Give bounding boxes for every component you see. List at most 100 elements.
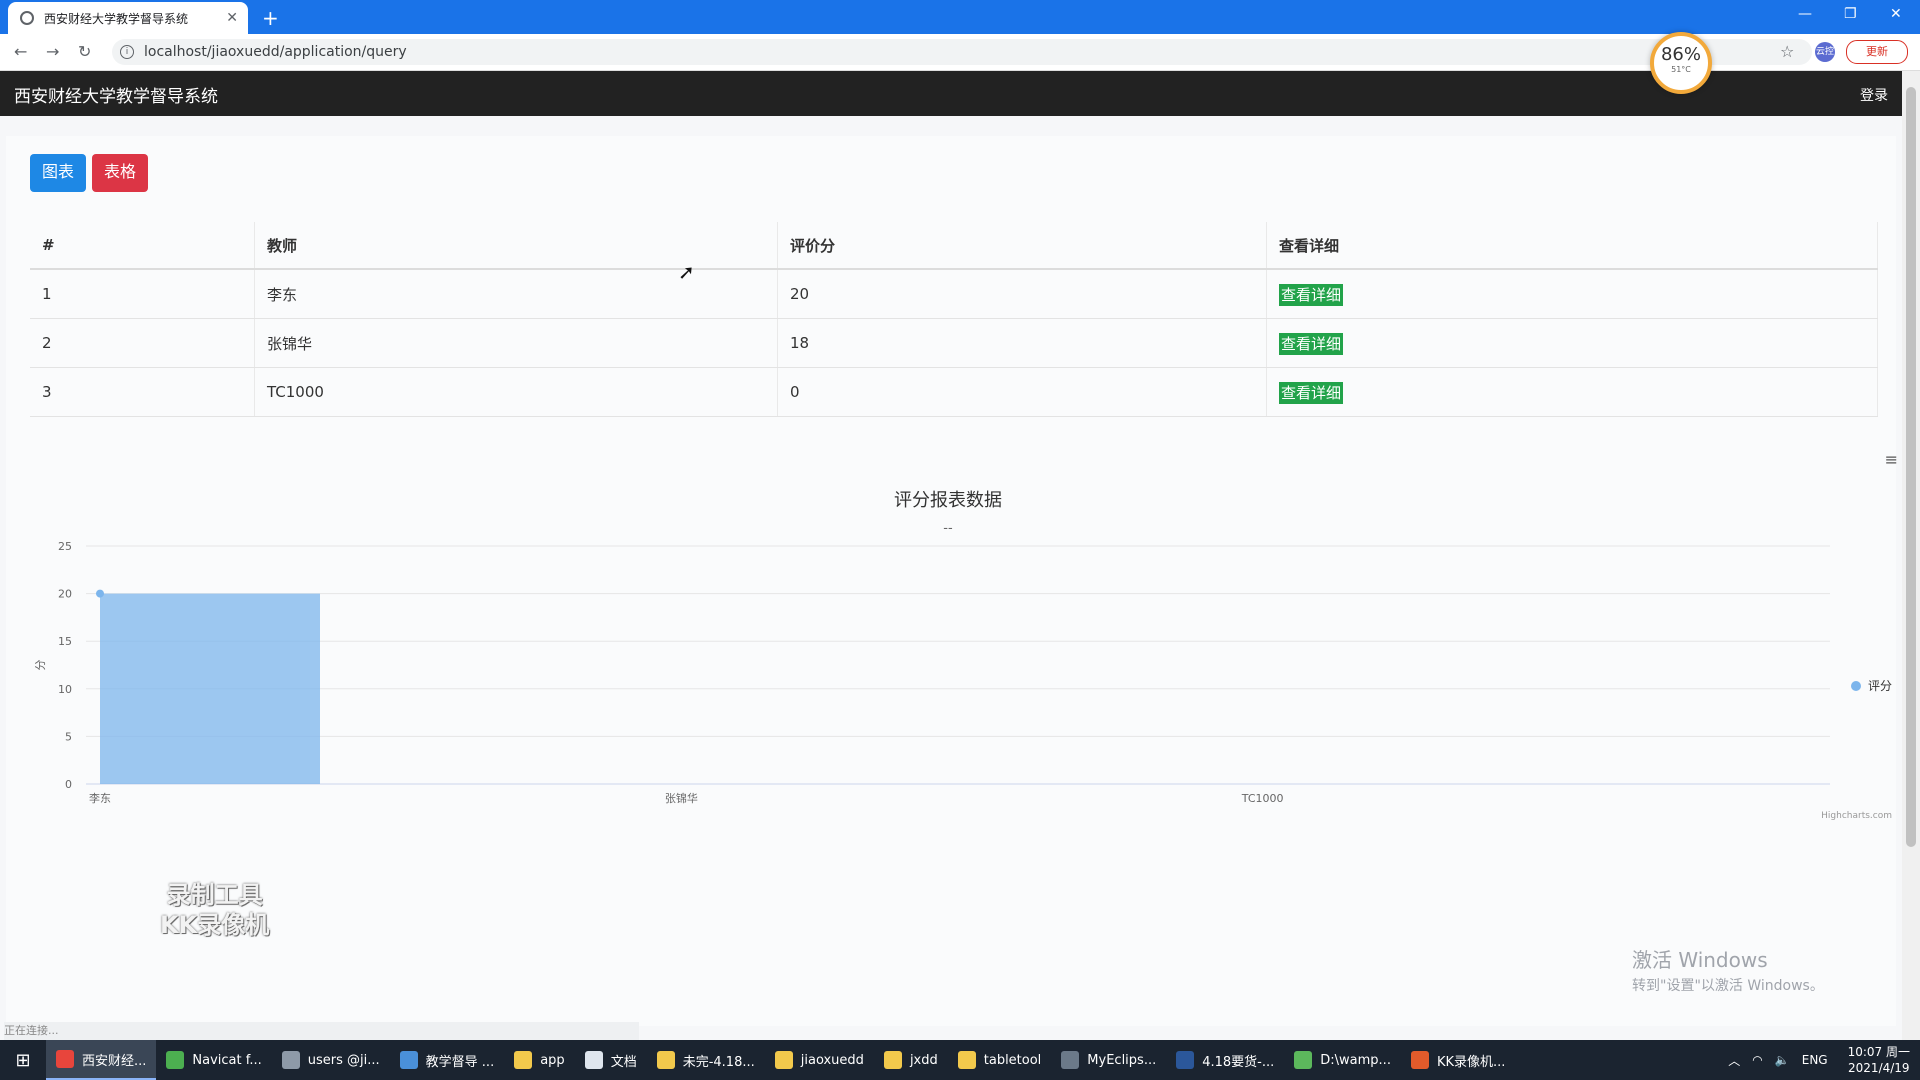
taskbar-item-label: D:\wamp... bbox=[1320, 1052, 1391, 1068]
close-window-icon[interactable]: ✕ bbox=[1890, 6, 1902, 22]
info-icon[interactable]: i bbox=[120, 45, 134, 59]
taskbar-app-icon bbox=[1410, 1051, 1429, 1069]
y-tick-label: 10 bbox=[58, 683, 72, 696]
table-button[interactable]: 表格 bbox=[92, 154, 149, 192]
close-tab-icon[interactable]: ✕ bbox=[226, 10, 238, 26]
taskbar-app-icon bbox=[774, 1051, 793, 1069]
score-chart: 评分报表数据 -- 0 5 10 15 20 25 分李东 张锦华 TC1000 评分 Highchar… bbox=[30, 426, 1900, 826]
taskbar-app-icon bbox=[166, 1051, 185, 1069]
taskbar-app-icon bbox=[514, 1051, 533, 1069]
taskbar-item-label: users @ji... bbox=[307, 1052, 380, 1068]
taskbar-app-icon bbox=[281, 1051, 300, 1069]
row-detail-cell: 查看详细 bbox=[1266, 269, 1878, 319]
taskbar-item[interactable]: D:\wamp... bbox=[1284, 1040, 1401, 1080]
main-panel: 图表 表格 # 教师 评价分 查看详细 1 李东 20 查看详细 2 张锦华 1… bbox=[6, 136, 1898, 1026]
profile-avatar[interactable]: 云控 bbox=[1815, 42, 1835, 62]
taskbar-item[interactable]: app bbox=[504, 1040, 574, 1080]
activation-subtitle: 转到"设置"以激活 Windows。 bbox=[1632, 978, 1824, 994]
taskbar-item[interactable]: 4.18要货-... bbox=[1166, 1040, 1284, 1080]
taskbar-item-label: 教学督导 ... bbox=[425, 1054, 495, 1070]
chart-svg: 评分报表数据 -- 0 5 10 15 20 25 分李东 张锦华 TC1000 评分 Highchar… bbox=[34, 490, 1892, 821]
view-detail-link[interactable]: 查看详细 bbox=[1279, 332, 1344, 355]
y-tick-label: 5 bbox=[65, 730, 72, 743]
row-index: 1 bbox=[30, 269, 255, 319]
perf-percent: 86% bbox=[1660, 44, 1701, 65]
language-indicator[interactable]: ENG bbox=[1802, 1053, 1828, 1067]
row-score: 18 bbox=[777, 318, 1267, 368]
taskbar-item[interactable]: tabletool bbox=[948, 1040, 1052, 1080]
chart-credits: Highcharts.com bbox=[1821, 811, 1892, 821]
taskbar-item[interactable]: 西安财经... bbox=[46, 1040, 157, 1080]
score-table: # 教师 评价分 查看详细 1 李东 20 查看详细 2 张锦华 18 查看详细 bbox=[30, 222, 1878, 417]
browser-tabstrip: 西安财经大学教学督导系统 ✕ + — ❐ ✕ bbox=[0, 0, 1920, 34]
taskbar-item[interactable]: jxdd bbox=[874, 1040, 948, 1080]
taskbar-app-icon bbox=[883, 1051, 902, 1069]
forward-icon[interactable]: → bbox=[46, 42, 59, 61]
taskbar-item-label: 文档 bbox=[610, 1054, 637, 1070]
table-row: 2 张锦华 18 查看详细 bbox=[30, 318, 1878, 368]
volume-icon[interactable]: 🔈 bbox=[1775, 1053, 1790, 1067]
new-tab-icon[interactable]: + bbox=[262, 6, 279, 30]
browser-toolbar: ← → ↻ i localhost/jiaoxuedd/application/… bbox=[0, 34, 1920, 71]
page-scrollbar[interactable] bbox=[1902, 71, 1920, 1041]
network-icon[interactable]: ◠ bbox=[1752, 1053, 1762, 1067]
taskbar-item[interactable]: users @ji... bbox=[272, 1040, 390, 1080]
taskbar-item-label: Navicat f... bbox=[192, 1052, 262, 1068]
taskbar-item[interactable]: Navicat f... bbox=[156, 1040, 271, 1080]
restore-icon[interactable]: ❐ bbox=[1844, 6, 1857, 22]
row-teacher: 张锦华 bbox=[254, 318, 778, 368]
taskbar-app-icon bbox=[656, 1051, 675, 1069]
bookmark-star-icon[interactable]: ☆ bbox=[1780, 42, 1794, 61]
view-detail-link[interactable]: 查看详细 bbox=[1279, 283, 1344, 306]
taskbar-item[interactable]: 教学督导 ... bbox=[390, 1040, 505, 1080]
col-score-header: 评价分 bbox=[777, 222, 1267, 270]
url-text[interactable]: localhost/jiaoxuedd/application/query bbox=[144, 44, 407, 60]
back-icon[interactable]: ← bbox=[14, 42, 27, 61]
scrollbar-thumb[interactable] bbox=[1906, 87, 1916, 847]
minimize-icon[interactable]: — bbox=[1798, 6, 1812, 22]
legend-label: 评分 bbox=[1868, 679, 1892, 693]
row-score: 0 bbox=[777, 367, 1267, 417]
taskbar-item-label: KK录像机... bbox=[1436, 1054, 1506, 1070]
globe-icon bbox=[20, 11, 34, 25]
x-tick-label: TC1000 bbox=[1241, 792, 1284, 805]
y-tick-label: 15 bbox=[58, 635, 72, 648]
login-link[interactable]: 登录 bbox=[1860, 85, 1888, 105]
chart-button[interactable]: 图表 bbox=[30, 154, 87, 192]
clock[interactable]: 10:07 周一 2021/4/19 bbox=[1848, 1044, 1910, 1076]
chart-menu-icon[interactable]: ≡ bbox=[1885, 450, 1898, 469]
row-index: 2 bbox=[30, 318, 255, 368]
taskbar-item[interactable]: MyEclips... bbox=[1051, 1040, 1166, 1080]
taskbar-item[interactable]: 未完-4.18... bbox=[647, 1040, 765, 1080]
x-tick-label: 张锦华 bbox=[665, 791, 698, 805]
taskbar-item-label: MyEclips... bbox=[1087, 1052, 1157, 1068]
mouse-cursor-icon: ➚ bbox=[678, 260, 695, 284]
browser-tab[interactable]: 西安财经大学教学督导系统 ✕ bbox=[8, 2, 248, 34]
windows-taskbar: ⊞ 西安财经... Navicat f... users @ji... 教学督导 ..… bbox=[0, 1040, 1920, 1080]
system-tray: ︿ ◠ 🔈 ENG 10:07 周一 2021/4/19 bbox=[1728, 1040, 1910, 1080]
chart-subtitle: -- bbox=[943, 521, 953, 536]
taskbar-item[interactable]: KK录像机... bbox=[1401, 1040, 1515, 1080]
taskbar-item-label: tabletool bbox=[983, 1052, 1042, 1068]
windows-start-icon[interactable]: ⊞ bbox=[0, 1050, 46, 1071]
update-button[interactable]: 更新 bbox=[1846, 40, 1908, 64]
taskbar-item[interactable]: 文档 bbox=[575, 1040, 647, 1080]
address-bar[interactable]: i localhost/jiaoxuedd/application/query bbox=[112, 39, 1812, 65]
view-detail-link[interactable]: 查看详细 bbox=[1279, 381, 1344, 404]
activation-title: 激活 Windows bbox=[1632, 948, 1768, 972]
taskbar-app-icon bbox=[399, 1051, 418, 1069]
taskbar-app-icon bbox=[1061, 1051, 1080, 1069]
clock-time: 10:07 周一 bbox=[1847, 1045, 1910, 1059]
col-teacher-header: 教师 bbox=[254, 222, 778, 270]
tray-chevron-icon[interactable]: ︿ bbox=[1728, 1052, 1740, 1069]
taskbar-item[interactable]: jiaoxuedd bbox=[765, 1040, 874, 1080]
reload-icon[interactable]: ↻ bbox=[78, 42, 91, 61]
taskbar-app-icon bbox=[1176, 1051, 1195, 1069]
taskbar-item-label: 4.18要货-... bbox=[1202, 1054, 1275, 1070]
tab-title: 西安财经大学教学督导系统 bbox=[44, 11, 189, 26]
app-navbar: 西安财经大学教学督导系统 登录 bbox=[0, 71, 1920, 116]
row-detail-cell: 查看详细 bbox=[1266, 318, 1878, 368]
performance-badge[interactable]: 86% 51°C bbox=[1650, 32, 1712, 94]
app-brand[interactable]: 西安财经大学教学督导系统 bbox=[14, 82, 218, 107]
taskbar-item-label: 西安财经... bbox=[82, 1053, 147, 1069]
